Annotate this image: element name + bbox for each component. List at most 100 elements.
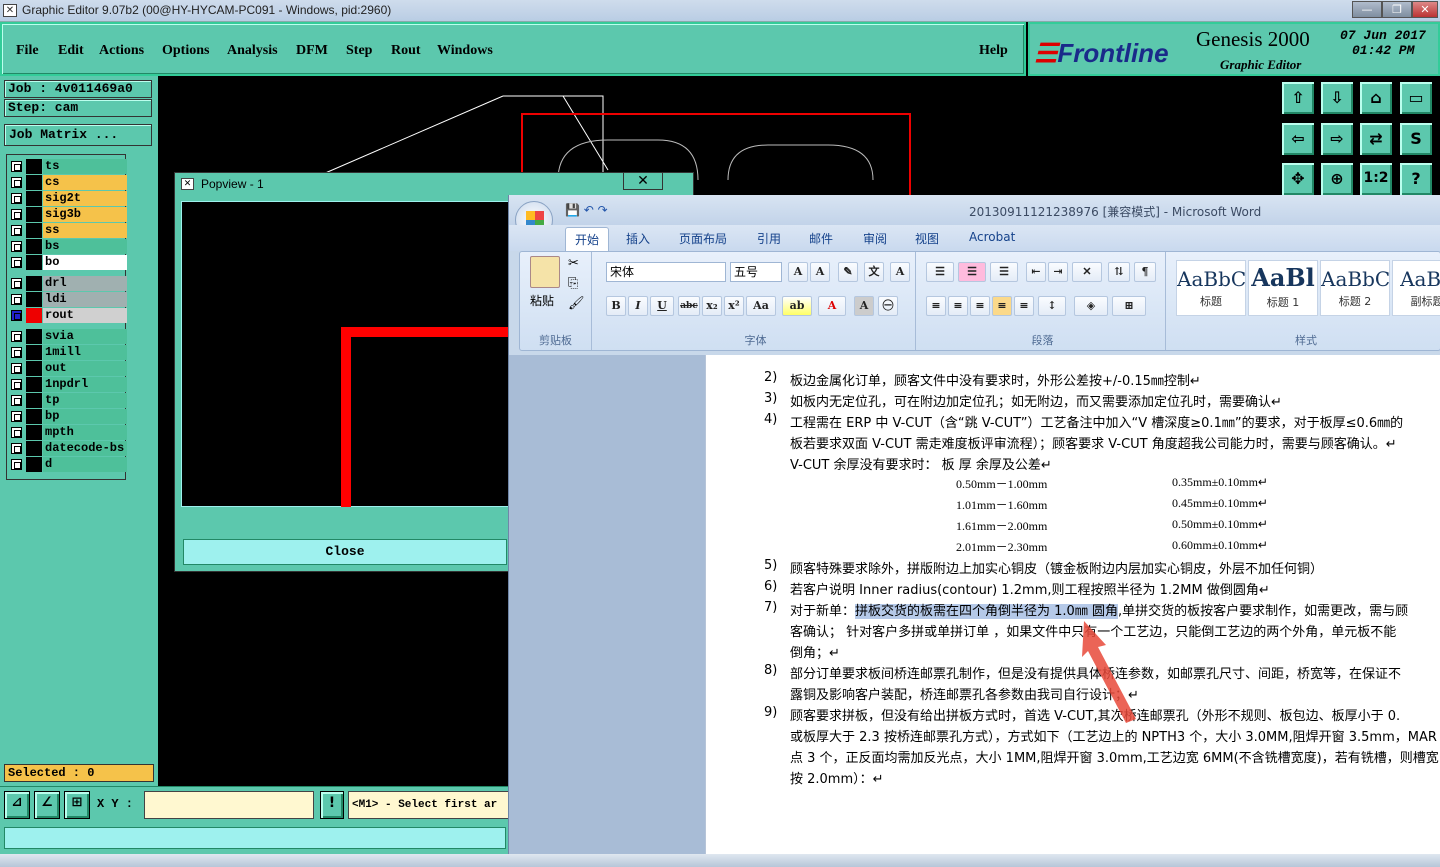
- layer-name[interactable]: d: [43, 457, 127, 472]
- increase-indent-icon[interactable]: ⇥: [1048, 262, 1068, 282]
- layer-row-1mill[interactable]: 1mill: [9, 345, 127, 360]
- layer-name[interactable]: ts: [43, 159, 127, 174]
- format-painter-icon[interactable]: 🖌: [568, 296, 585, 311]
- layer-color-swatch[interactable]: [26, 441, 42, 456]
- layer-name[interactable]: mpth: [43, 425, 127, 440]
- layer-checkbox[interactable]: [11, 257, 22, 268]
- layer-row-ldi[interactable]: ldi: [9, 292, 127, 307]
- layer-row-out[interactable]: out: [9, 361, 127, 376]
- shrink-font-icon[interactable]: A: [810, 262, 830, 282]
- layer-color-swatch[interactable]: [26, 377, 42, 392]
- menu-analysis[interactable]: Analysis: [227, 43, 278, 59]
- tab-home[interactable]: 开始: [565, 227, 610, 251]
- layer-row-tp[interactable]: tp: [9, 393, 127, 408]
- char-shading-icon[interactable]: A: [854, 296, 874, 316]
- tab-view[interactable]: 视图: [915, 230, 939, 247]
- layer-name[interactable]: cs: [43, 175, 127, 190]
- layer-row-datecode-bs[interactable]: datecode-bs: [9, 441, 127, 456]
- style-heading-1[interactable]: AaBl 标题 1: [1248, 260, 1318, 316]
- underline-icon[interactable]: U: [650, 296, 674, 316]
- layer-color-swatch[interactable]: [26, 425, 42, 440]
- layer-name[interactable]: out: [43, 361, 127, 376]
- tab-references[interactable]: 引用: [757, 230, 781, 247]
- highlight-icon[interactable]: ab: [782, 296, 812, 316]
- change-case-icon[interactable]: Aa: [746, 296, 776, 316]
- zoom-fit-icon[interactable]: ✥: [1280, 161, 1316, 197]
- home-icon[interactable]: ⌂: [1358, 80, 1394, 116]
- scale-1-2-icon[interactable]: 1:2: [1358, 161, 1394, 197]
- multilevel-list-icon[interactable]: ☰: [990, 262, 1018, 282]
- layer-row-rout[interactable]: rout: [9, 308, 127, 323]
- asian-layout-icon[interactable]: ✕: [1072, 262, 1102, 282]
- shading-icon[interactable]: ◈: [1074, 296, 1108, 316]
- job-matrix-button[interactable]: Job Matrix ...: [4, 124, 152, 146]
- help-icon[interactable]: ?: [1398, 161, 1434, 197]
- align-left-icon[interactable]: ≡: [926, 296, 946, 316]
- layer-checkbox[interactable]: [11, 241, 22, 252]
- font-size-select[interactable]: 五号: [730, 262, 782, 282]
- layer-checkbox[interactable]: [11, 177, 22, 188]
- copy-icon[interactable]: ⎘: [568, 276, 578, 291]
- bullets-icon[interactable]: ☰: [926, 262, 954, 282]
- layer-checkbox[interactable]: [11, 331, 22, 342]
- numbering-icon[interactable]: ☰: [958, 262, 986, 282]
- layer-checkbox[interactable]: [11, 395, 22, 406]
- sort-icon[interactable]: ⇅: [1108, 262, 1130, 282]
- layer-color-swatch[interactable]: [26, 207, 42, 222]
- borders-icon[interactable]: ⊞: [1112, 296, 1146, 316]
- font-color-icon[interactable]: A: [818, 296, 846, 316]
- layer-checkbox[interactable]: [11, 294, 22, 305]
- save-icon[interactable]: 💾: [565, 203, 580, 217]
- line-spacing-icon[interactable]: ↕: [1038, 296, 1066, 316]
- pan-left-icon[interactable]: ⇦: [1280, 121, 1316, 157]
- layer-name[interactable]: sig3b: [43, 207, 127, 222]
- tab-acrobat[interactable]: Acrobat: [969, 230, 1015, 244]
- layer-row-d[interactable]: d: [9, 457, 127, 472]
- layer-checkbox[interactable]: [11, 347, 22, 358]
- layer-row-sig3b[interactable]: sig3b: [9, 207, 127, 222]
- superscript-icon[interactable]: x²: [724, 296, 744, 316]
- layer-color-swatch[interactable]: [26, 409, 42, 424]
- layer-color-swatch[interactable]: [26, 159, 42, 174]
- layer-name[interactable]: bp: [43, 409, 127, 424]
- layer-row-mpth[interactable]: mpth: [9, 425, 127, 440]
- italic-icon[interactable]: I: [628, 296, 648, 316]
- grow-font-icon[interactable]: A: [788, 262, 808, 282]
- layer-name[interactable]: bs: [43, 239, 127, 254]
- char-border-icon[interactable]: A: [890, 262, 910, 282]
- subscript-icon[interactable]: x₂: [702, 296, 722, 316]
- layer-name[interactable]: ss: [43, 223, 127, 238]
- layer-name[interactable]: 1mill: [43, 345, 127, 360]
- layer-color-swatch[interactable]: [26, 175, 42, 190]
- measure-icon[interactable]: ⊿: [4, 791, 30, 819]
- clear-format-icon[interactable]: ✎: [838, 262, 858, 282]
- align-right-icon[interactable]: ≡: [970, 296, 990, 316]
- pan-right-icon[interactable]: ⇨: [1319, 121, 1355, 157]
- layer-color-swatch[interactable]: [26, 345, 42, 360]
- popview-canvas[interactable]: [181, 201, 512, 507]
- xy-input[interactable]: [144, 791, 314, 819]
- layer-color-swatch[interactable]: [26, 255, 42, 270]
- style-title[interactable]: AaBbC 标题: [1176, 260, 1246, 316]
- cad-canvas[interactable]: [158, 76, 508, 186]
- menu-windows[interactable]: Windows: [437, 43, 493, 59]
- cut-icon[interactable]: ✂: [568, 256, 579, 271]
- layer-color-swatch[interactable]: [26, 239, 42, 254]
- layer-row-sig2t[interactable]: sig2t: [9, 191, 127, 206]
- font-name-select[interactable]: 宋体: [606, 262, 726, 282]
- style-subtitle[interactable]: AaBb副标题: [1392, 260, 1440, 316]
- paste-button[interactable]: 粘贴: [530, 292, 554, 309]
- layer-name[interactable]: ldi: [43, 292, 127, 307]
- popview-close-icon[interactable]: ✕: [623, 172, 663, 190]
- mirror-icon[interactable]: ⇄: [1358, 121, 1394, 157]
- pan-down-icon[interactable]: ⇩: [1319, 80, 1355, 116]
- layer-checkbox[interactable]: [11, 363, 22, 374]
- tab-insert[interactable]: 插入: [626, 230, 650, 247]
- popview-close-button[interactable]: Close: [183, 539, 507, 565]
- angle-icon[interactable]: ∠: [34, 791, 60, 819]
- justify-icon[interactable]: ≡: [992, 296, 1012, 316]
- tab-mailings[interactable]: 邮件: [809, 230, 833, 247]
- alert-icon[interactable]: !: [320, 791, 344, 819]
- decrease-indent-icon[interactable]: ⇤: [1026, 262, 1046, 282]
- layer-row-drl[interactable]: drl: [9, 276, 127, 291]
